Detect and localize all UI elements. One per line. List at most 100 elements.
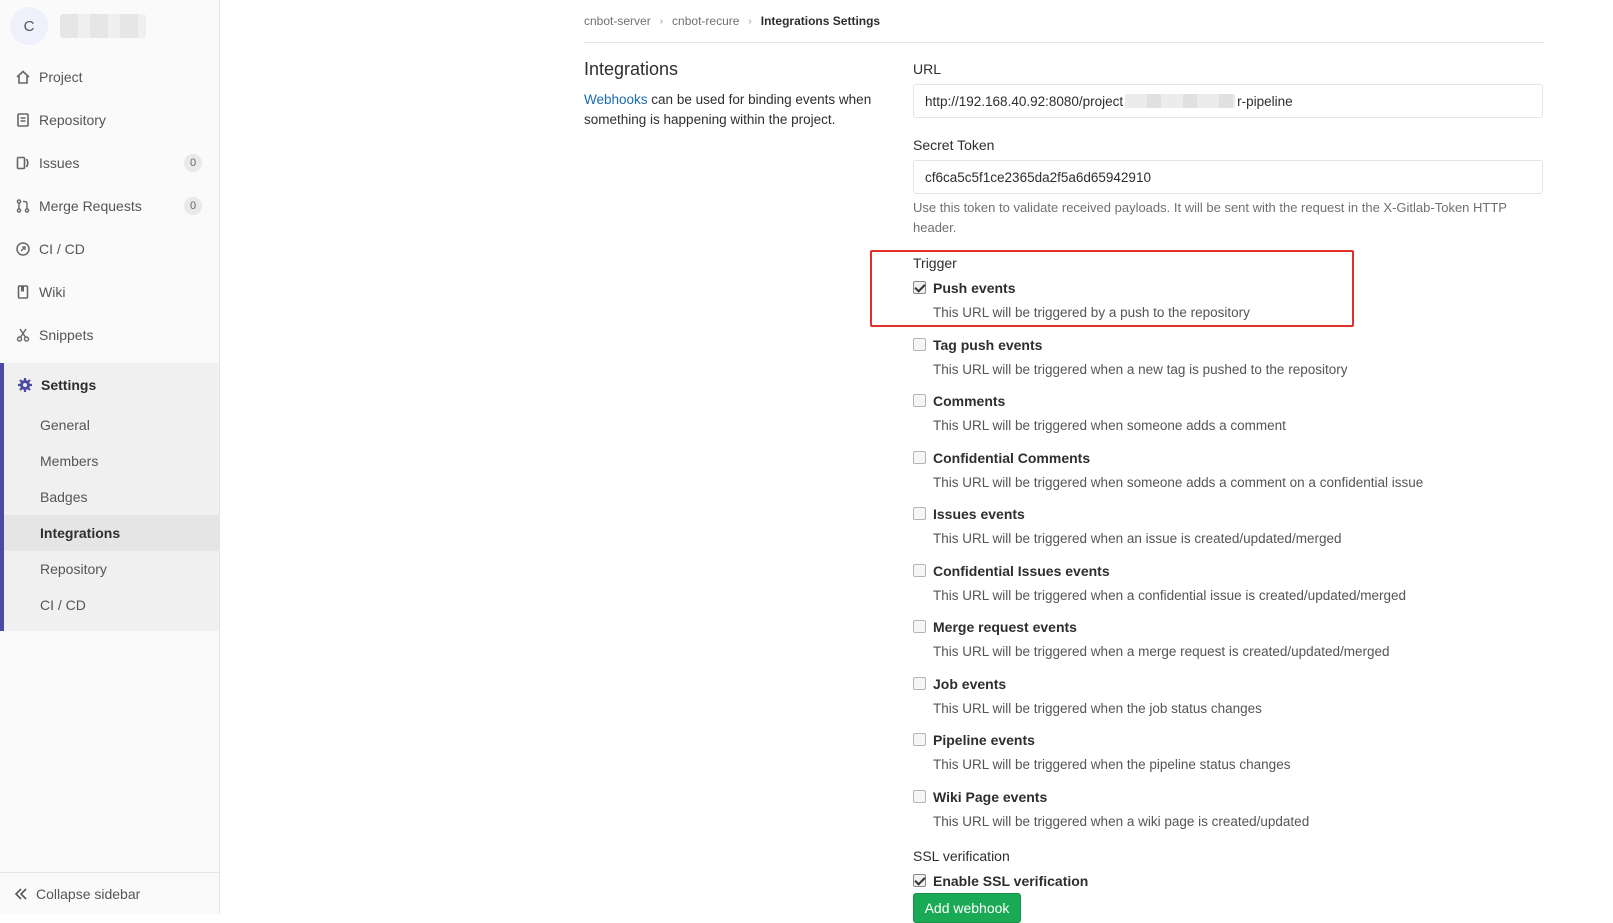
trigger-option[interactable]: Issues events This URL will be triggered …	[913, 504, 1543, 552]
trigger-checkbox[interactable]	[913, 281, 926, 294]
trigger-label: Trigger	[913, 255, 957, 271]
document-icon	[14, 111, 32, 129]
page-title: Integrations	[584, 59, 679, 79]
settings-item-repository[interactable]: Repository	[4, 551, 219, 587]
trigger-description: This URL will be triggered when a merge …	[933, 644, 1390, 659]
trigger-checkbox[interactable]	[913, 733, 926, 746]
secret-token-input[interactable]: cf6ca5c5f1ce2365da2f5a6d65942910	[913, 160, 1543, 194]
sidebar: C Project Repository Issues 0 Merge Requ…	[0, 0, 220, 914]
trigger-description: This URL will be triggered when a new ta…	[933, 361, 1348, 377]
trigger-option[interactable]: Pipeline events This URL will be triggere…	[913, 730, 1543, 778]
settings-label: Settings	[41, 377, 97, 393]
url-label: URL	[913, 61, 942, 77]
sidebar-item-issues[interactable]: Issues 0	[0, 141, 219, 185]
trigger-title: Comments	[933, 393, 1006, 409]
trigger-description: This URL will be triggered when a confid…	[933, 587, 1407, 603]
ssl-verification-title: Enable SSL verification	[933, 873, 1089, 889]
trigger-checkbox[interactable]	[913, 676, 926, 690]
settings-item-integrations[interactable]: Integrations	[4, 515, 219, 551]
trigger-description: This URL will be triggered when someone …	[933, 418, 1286, 433]
integrations-intro: Integrations Webhooks can be used for bi…	[584, 57, 894, 130]
ssl-verification-checkbox[interactable]	[913, 874, 926, 887]
breadcrumb-item[interactable]: cnbot-recure	[672, 14, 739, 28]
issues-icon	[14, 154, 32, 172]
webhook-form: URL http://192.168.40.92:8080/project r-…	[913, 58, 1543, 889]
trigger-description: This URL will be triggered when a wiki p…	[933, 813, 1310, 829]
trigger-description: This URL will be triggered when the pipe…	[933, 757, 1291, 772]
settings-section: Settings General Members Badges Integrat…	[0, 363, 219, 631]
trigger-description: This URL will be triggered when an issue…	[933, 531, 1342, 546]
trigger-option[interactable]: Push events This URL will be triggered by…	[913, 278, 1543, 326]
secret-token-value: cf6ca5c5f1ce2365da2f5a6d65942910	[925, 169, 1151, 185]
trigger-option[interactable]: Comments This URL will be triggered when …	[913, 391, 1543, 439]
trigger-checkbox[interactable]	[913, 620, 926, 633]
merge-requests-count-badge: 0	[184, 197, 202, 215]
trigger-option[interactable]: Tag push events This URL will be triggere…	[913, 335, 1543, 383]
trigger-title: Job events	[933, 675, 1007, 692]
chevron-right-icon: ›	[748, 15, 752, 27]
trigger-option[interactable]: Confidential Issues events This URL will …	[913, 561, 1543, 609]
trigger-description: This URL will be triggered when the job …	[933, 700, 1262, 716]
settings-item-members[interactable]: Members	[4, 443, 219, 479]
trigger-checkbox[interactable]	[913, 394, 926, 407]
trigger-title: Pipeline events	[933, 732, 1035, 748]
trigger-title: Tag push events	[933, 336, 1043, 353]
trigger-option[interactable]: Confidential Comments This URL will be tr…	[913, 448, 1543, 496]
trigger-checkbox[interactable]	[913, 450, 926, 464]
project-name-redacted	[60, 14, 146, 38]
secret-token-label: Secret Token	[913, 137, 995, 153]
sidebar-item-settings[interactable]: Settings	[4, 363, 219, 407]
url-redacted	[1125, 94, 1236, 108]
breadcrumb: cnbot-server › cnbot-recure › Integratio…	[584, 0, 1544, 43]
ssl-verification-label: SSL verification	[913, 848, 1010, 864]
trigger-option[interactable]: Merge request events This URL will be tri…	[913, 617, 1543, 665]
rocket-icon	[14, 240, 32, 258]
trigger-description: This URL will be triggered by a push to …	[933, 305, 1250, 320]
trigger-description: This URL will be triggered when someone …	[933, 474, 1424, 490]
settings-item-ci-cd[interactable]: CI / CD	[4, 587, 219, 623]
sidebar-item-label: Repository	[39, 112, 106, 128]
sidebar-item-snippets[interactable]: Snippets	[0, 313, 219, 357]
sidebar-item-label: Project	[39, 69, 83, 85]
sidebar-item-label: Wiki	[39, 284, 66, 300]
add-webhook-button[interactable]: Add webhook	[913, 893, 1021, 923]
merge-request-icon	[14, 197, 32, 215]
url-value-end: r-pipeline	[1237, 93, 1293, 109]
sidebar-item-repository[interactable]: Repository	[0, 98, 219, 142]
sidebar-item-ci-cd[interactable]: CI / CD	[0, 227, 219, 271]
trigger-checkbox[interactable]	[913, 507, 926, 520]
project-header[interactable]: C	[10, 6, 146, 46]
collapse-sidebar-label: Collapse sidebar	[36, 885, 141, 902]
chevron-right-icon: ›	[659, 15, 664, 27]
trigger-checkbox[interactable]	[913, 563, 926, 577]
trigger-option[interactable]: Wiki Page events This URL will be trigger…	[913, 787, 1543, 835]
url-input[interactable]: http://192.168.40.92:8080/project r-pipe…	[913, 84, 1543, 118]
sidebar-item-label: Issues	[39, 155, 80, 171]
trigger-title: Merge request events	[933, 619, 1077, 635]
trigger-checkbox[interactable]	[913, 789, 926, 803]
project-avatar[interactable]: C	[10, 7, 48, 45]
url-value-start: http://192.168.40.92:8080/project	[925, 93, 1124, 109]
gear-icon	[16, 376, 34, 394]
ssl-verification-option[interactable]: Enable SSL verification	[913, 871, 1543, 893]
issues-count-badge: 0	[184, 154, 202, 172]
trigger-title: Wiki Page events	[933, 788, 1048, 805]
settings-item-badges[interactable]: Badges	[4, 479, 219, 515]
breadcrumb-item[interactable]: cnbot-server	[584, 14, 651, 28]
trigger-title: Confidential Issues events	[933, 562, 1110, 579]
settings-item-general[interactable]: General	[4, 407, 219, 443]
trigger-checkbox[interactable]	[913, 337, 926, 351]
sidebar-item-project[interactable]: Project	[0, 55, 219, 99]
sidebar-item-label: CI / CD	[39, 241, 85, 257]
trigger-title: Issues events	[933, 506, 1025, 522]
trigger-title: Confidential Comments	[933, 449, 1091, 466]
sidebar-item-merge-requests[interactable]: Merge Requests 0	[0, 184, 219, 228]
collapse-sidebar-button[interactable]: Collapse sidebar	[0, 872, 219, 914]
sidebar-item-wiki[interactable]: Wiki	[0, 270, 219, 314]
breadcrumb-current[interactable]: Integrations Settings	[761, 14, 880, 28]
book-icon	[14, 283, 32, 301]
webhooks-link[interactable]: Webhooks	[584, 92, 648, 107]
sidebar-item-label: Snippets	[39, 327, 94, 343]
trigger-option[interactable]: Job events This URL will be triggered whe…	[913, 674, 1543, 722]
double-chevron-left-icon	[14, 887, 28, 901]
